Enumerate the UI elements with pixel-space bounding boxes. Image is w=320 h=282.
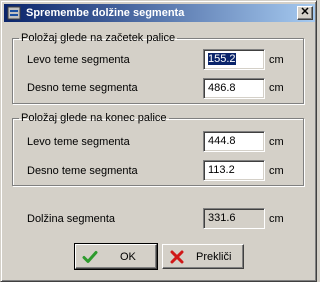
end-right-label: Desno teme segmenta [27,165,138,177]
close-icon: ✕ [300,6,310,18]
window-title: Spremembe dolžine segmenta [26,7,185,19]
ok-label: OK [120,251,136,263]
end-left-label: Levo teme segmenta [27,136,130,148]
end-right-input[interactable]: 113.2 [203,160,265,181]
start-right-label: Desno teme segmenta [27,82,138,94]
cancel-label: Prekliči [196,251,232,263]
title-bar[interactable]: Spremembe dolžine segmenta ✕ [4,4,315,22]
cancel-button[interactable]: Prekliči [162,244,244,269]
end-left-unit: cm [269,136,284,148]
start-left-unit: cm [269,54,284,66]
length-value: 331.6 [203,208,265,229]
cross-icon [170,250,184,264]
end-left-input[interactable]: 444.8 [203,131,265,152]
start-right-input[interactable]: 486.8 [203,78,265,99]
dialog-window: Spremembe dolžine segmenta ✕ Položaj gle… [0,0,317,282]
close-button[interactable]: ✕ [297,6,313,20]
end-right-unit: cm [269,165,284,177]
ok-button[interactable]: OK [74,243,158,270]
check-icon [82,251,98,263]
app-icon [7,6,21,20]
length-unit: cm [269,213,284,225]
group-end-legend: Položaj glede na konec palice [21,112,167,124]
length-label: Dolžina segmenta [27,213,116,225]
group-start-legend: Položaj glede na začetek palice [21,32,176,44]
start-left-label: Levo teme segmenta [27,54,130,66]
start-left-input[interactable]: 155.2 [203,49,265,70]
start-right-unit: cm [269,82,284,94]
